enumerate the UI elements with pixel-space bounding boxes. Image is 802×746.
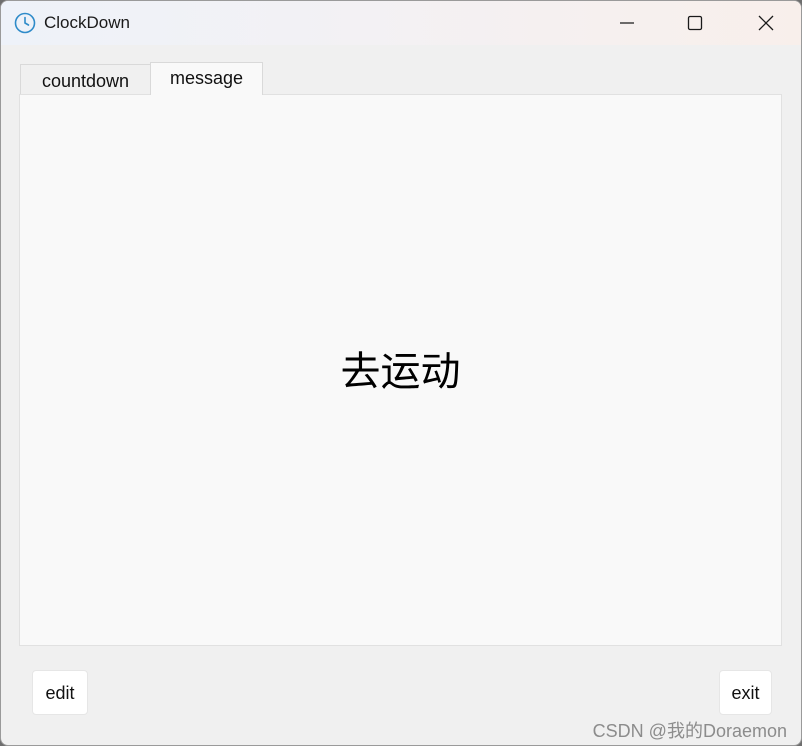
clock-icon <box>14 12 36 34</box>
close-button[interactable] <box>732 1 800 45</box>
edit-button[interactable]: edit <box>32 670 88 715</box>
tab-message[interactable]: message <box>150 62 263 95</box>
exit-button[interactable]: exit <box>719 670 772 715</box>
maximize-icon <box>687 15 703 31</box>
maximize-button[interactable] <box>661 1 729 45</box>
window-title: ClockDown <box>44 13 130 32</box>
watermark: CSDN @我的Doraemon <box>592 721 787 741</box>
message-text: 去运动 <box>340 349 461 395</box>
title-bar[interactable]: ClockDown <box>1 1 801 45</box>
minimize-icon <box>620 22 634 24</box>
minimize-button[interactable] <box>593 1 661 45</box>
message-panel: 去运动 <box>19 94 782 646</box>
tab-countdown[interactable]: countdown <box>20 64 151 95</box>
app-window: ClockDown countdown message 去运动 edit exi… <box>0 0 802 746</box>
close-icon <box>758 15 774 31</box>
